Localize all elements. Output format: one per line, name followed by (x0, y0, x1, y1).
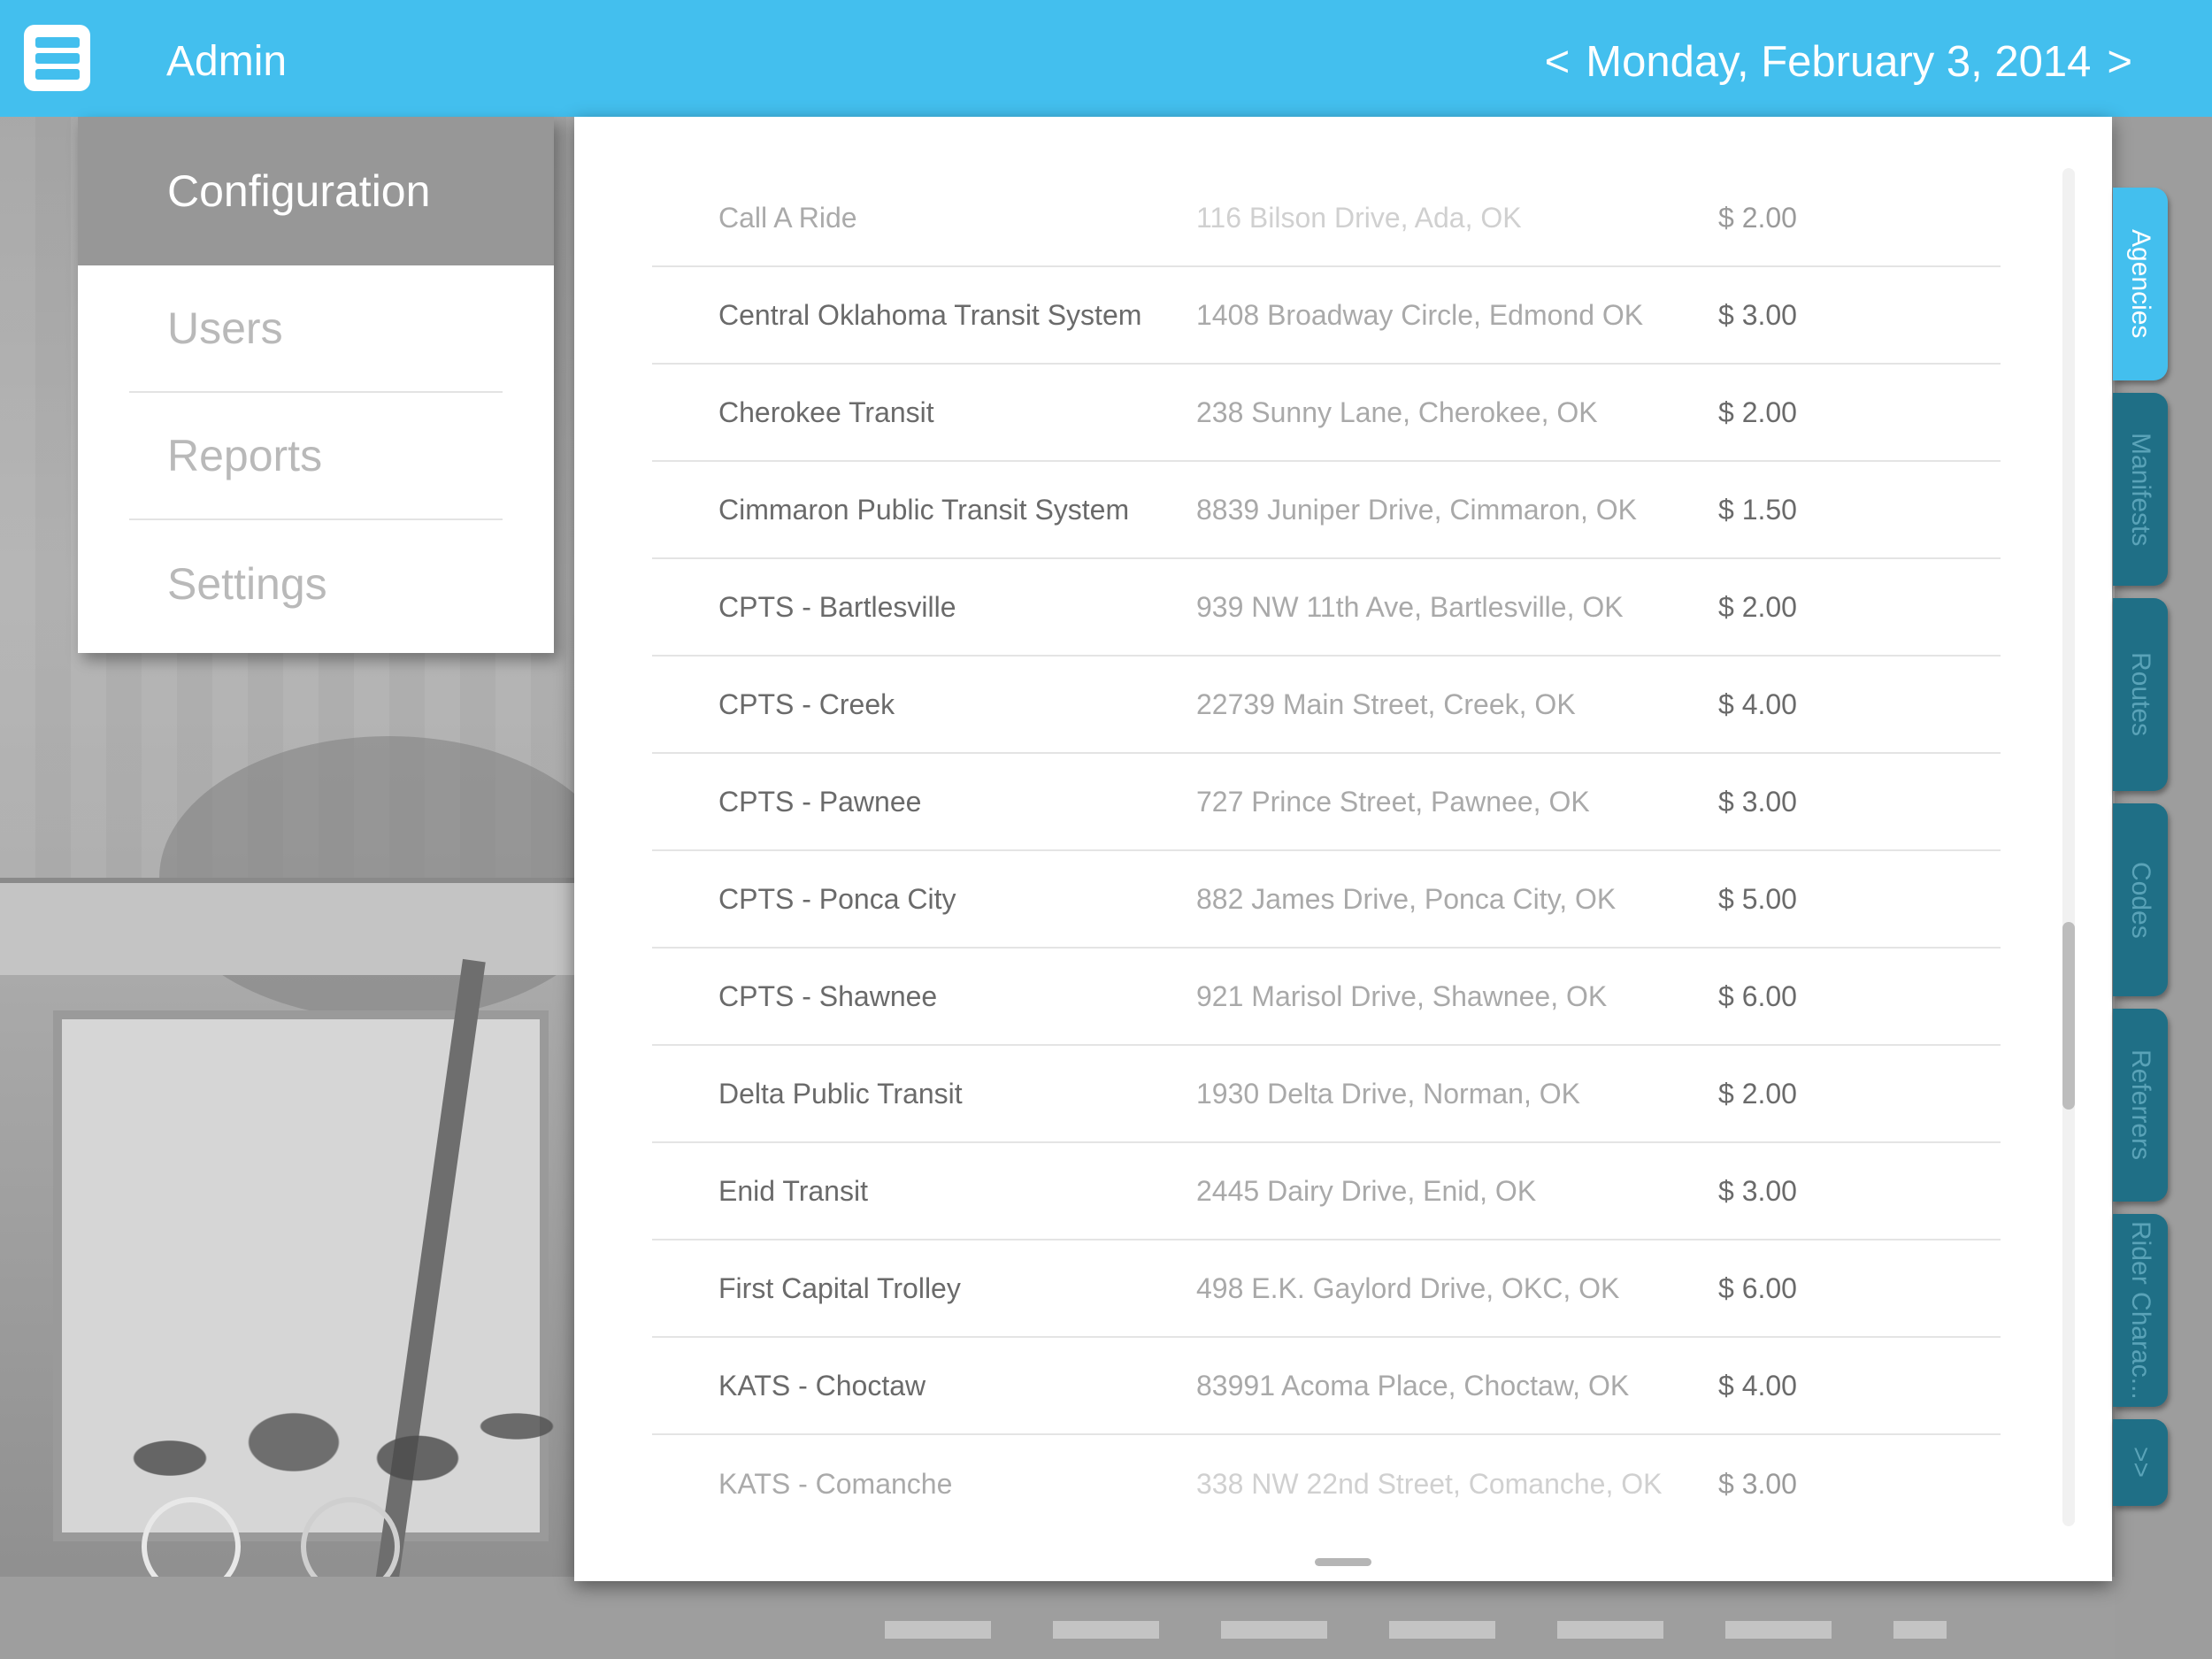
hamburger-menu-icon[interactable] (24, 25, 90, 91)
tab-codes[interactable]: Codes (2113, 803, 2168, 996)
agency-fare: $ 2.00 (1718, 396, 1797, 428)
table-row[interactable]: Call A Ride 116 Bilson Drive, Ada, OK $ … (652, 170, 2001, 267)
agency-fare: $ 5.00 (1718, 882, 1797, 915)
table-row[interactable]: KATS - Comanche 338 NW 22nd Street, Coma… (652, 1435, 2001, 1532)
table-row[interactable]: First Capital Trolley 498 E.K. Gaylord D… (652, 1240, 2001, 1338)
menu-item-settings[interactable]: Settings (129, 520, 503, 648)
agency-fare: $ 1.50 (1718, 493, 1797, 526)
vertical-scrollbar[interactable] (2062, 168, 2075, 1526)
table-row[interactable]: Central Oklahoma Transit System 1408 Bro… (652, 267, 2001, 365)
agency-name: CPTS - Creek (718, 687, 895, 720)
agency-name: CPTS - Bartlesville (718, 590, 956, 623)
next-date-button[interactable]: > (2107, 35, 2132, 88)
table-row[interactable]: CPTS - Bartlesville 939 NW 11th Ave, Bar… (652, 559, 2001, 657)
agency-address: 83991 Acoma Place, Choctaw, OK (1196, 1369, 1630, 1402)
agency-address: 882 James Drive, Ponca City, OK (1196, 882, 1617, 915)
agency-name: KATS - Comanche (718, 1467, 953, 1500)
previous-date-button[interactable]: < (1545, 35, 1571, 88)
tab-routes[interactable]: Routes (2113, 598, 2168, 791)
agency-address: 727 Prince Street, Pawnee, OK (1196, 785, 1590, 818)
tab-label: Routes (2126, 652, 2155, 737)
agency-name: Call A Ride (718, 201, 857, 234)
agency-name: KATS - Choctaw (718, 1369, 926, 1402)
tab-manifests[interactable]: Manifests (2113, 393, 2168, 586)
tab-label: Referrers (2126, 1049, 2155, 1161)
agency-fare: $ 3.00 (1718, 785, 1797, 818)
menu-item-configuration[interactable]: Configuration (78, 117, 554, 265)
agency-fare: $ 3.00 (1718, 298, 1797, 331)
tab-more[interactable]: >> (2113, 1419, 2168, 1506)
agency-fare: $ 2.00 (1718, 590, 1797, 623)
tab-label: Codes (2126, 861, 2155, 939)
tab-label: Manifests (2126, 432, 2155, 547)
table-row[interactable]: CPTS - Shawnee 921 Marisol Drive, Shawne… (652, 949, 2001, 1046)
current-date: Monday, February 3, 2014 (1586, 38, 2092, 86)
date-navigator: < Monday, February 3, 2014 > (1545, 35, 2132, 88)
agency-fare: $ 3.00 (1718, 1174, 1797, 1207)
agency-address: 1930 Delta Drive, Norman, OK (1196, 1077, 1580, 1110)
table-row[interactable]: Cimmaron Public Transit System 8839 Juni… (652, 462, 2001, 559)
agency-address: 116 Bilson Drive, Ada, OK (1196, 201, 1522, 234)
tab-rider-characteristics[interactable]: Rider Charac... (2113, 1214, 2168, 1407)
agency-fare: $ 4.00 (1718, 1369, 1797, 1402)
agency-fare: $ 6.00 (1718, 1271, 1797, 1304)
bg-crosswalk (885, 1621, 1947, 1639)
agency-name: Enid Transit (718, 1174, 868, 1207)
agency-name: CPTS - Pawnee (718, 785, 922, 818)
agency-fare: $ 3.00 (1718, 1467, 1797, 1500)
bg-awning (0, 878, 584, 975)
table-row[interactable]: KATS - Choctaw 83991 Acoma Place, Chocta… (652, 1338, 2001, 1435)
table-row[interactable]: Enid Transit 2445 Dairy Drive, Enid, OK … (652, 1143, 2001, 1240)
scrollbar-thumb[interactable] (2062, 922, 2075, 1110)
agency-address: 498 E.K. Gaylord Drive, OKC, OK (1196, 1271, 1620, 1304)
tab-referrers[interactable]: Referrers (2113, 1009, 2168, 1202)
agency-fare: $ 2.00 (1718, 1077, 1797, 1110)
agency-fare: $ 6.00 (1718, 979, 1797, 1012)
page-title: Admin (166, 38, 288, 85)
table-row[interactable]: Cherokee Transit 238 Sunny Lane, Cheroke… (652, 365, 2001, 462)
table-row[interactable]: CPTS - Pawnee 727 Prince Street, Pawnee,… (652, 754, 2001, 851)
agency-address: 338 NW 22nd Street, Comanche, OK (1196, 1467, 1663, 1500)
agency-name: First Capital Trolley (718, 1271, 961, 1304)
agencies-panel: Call A Ride 116 Bilson Drive, Ada, OK $ … (574, 117, 2112, 1581)
menu-item-users[interactable]: Users (129, 265, 503, 393)
tab-label: Rider Charac... (2126, 1221, 2155, 1400)
agency-name: Cimmaron Public Transit System (718, 493, 1130, 526)
agency-address: 1408 Broadway Circle, Edmond OK (1196, 298, 1644, 331)
agency-address: 238 Sunny Lane, Cherokee, OK (1196, 396, 1598, 428)
agency-name: CPTS - Ponca City (718, 882, 956, 915)
agency-name: Delta Public Transit (718, 1077, 963, 1110)
agency-fare: $ 2.00 (1718, 201, 1797, 234)
agencies-table: Call A Ride 116 Bilson Drive, Ada, OK $ … (652, 170, 2001, 1532)
top-bar: Admin < Monday, February 3, 2014 > (0, 0, 2212, 117)
table-row[interactable]: CPTS - Creek 22739 Main Street, Creek, O… (652, 657, 2001, 754)
bg-street (0, 1577, 2212, 1659)
agency-name: Central Oklahoma Transit System (718, 298, 1142, 331)
agency-fare: $ 4.00 (1718, 687, 1797, 720)
double-chevron-icon: >> (2126, 1447, 2155, 1479)
agency-name: CPTS - Shawnee (718, 979, 938, 1012)
agency-address: 939 NW 11th Ave, Bartlesville, OK (1196, 590, 1624, 623)
side-menu: Configuration Users Reports Settings (78, 117, 554, 653)
agency-address: 22739 Main Street, Creek, OK (1196, 687, 1576, 720)
tab-label: Agencies (2126, 229, 2155, 339)
menu-item-reports[interactable]: Reports (129, 393, 503, 520)
panel-drag-handle[interactable] (1315, 1558, 1371, 1566)
agency-address: 921 Marisol Drive, Shawnee, OK (1196, 979, 1608, 1012)
table-row[interactable]: Delta Public Transit 1930 Delta Drive, N… (652, 1046, 2001, 1143)
tab-agencies[interactable]: Agencies (2113, 188, 2168, 380)
table-row[interactable]: CPTS - Ponca City 882 James Drive, Ponca… (652, 851, 2001, 949)
agency-name: Cherokee Transit (718, 396, 934, 428)
agency-address: 8839 Juniper Drive, Cimmaron, OK (1196, 493, 1637, 526)
agency-address: 2445 Dairy Drive, Enid, OK (1196, 1174, 1537, 1207)
